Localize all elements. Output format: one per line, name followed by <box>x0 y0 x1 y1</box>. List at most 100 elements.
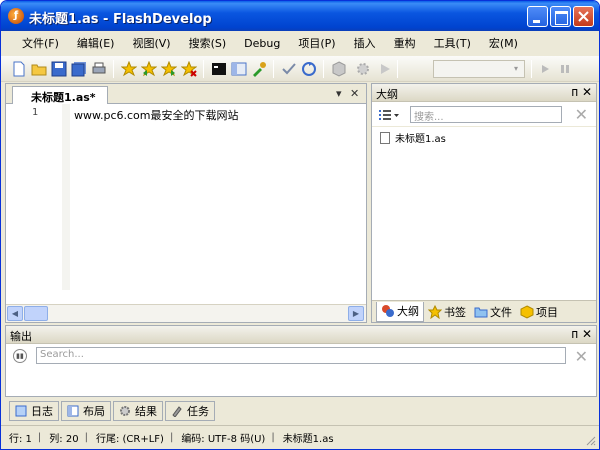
output-search-input[interactable]: Search... <box>36 347 566 364</box>
tab-layout[interactable]: 布局 <box>61 401 111 421</box>
menu-view[interactable]: 视图(V) <box>123 35 179 51</box>
tools-icon[interactable] <box>251 61 267 77</box>
fold-margin[interactable] <box>62 104 70 290</box>
outline-panel: 大纲 ᴨ ✕ 搜索... ✕ 未标题1.as 大纲 书签 文件 项目 <box>371 83 597 323</box>
bookmark-clear-icon[interactable] <box>181 61 197 77</box>
bookmark-icon <box>428 304 442 319</box>
tab-bookmarks[interactable]: 书签 <box>424 304 470 320</box>
menu-tools[interactable]: 工具(T) <box>425 35 480 51</box>
chevron-down-icon: ▾ <box>513 64 518 73</box>
status-separator: | <box>84 432 88 443</box>
toolbar-separator <box>323 60 324 78</box>
main-toolbar: ▾ <box>1 56 599 82</box>
close-button[interactable] <box>573 6 594 27</box>
toolbar-separator <box>397 60 398 78</box>
app-window: ƒ 未标题1.as - FlashDevelop 文件(F) 编辑(E) 视图(… <box>0 0 600 450</box>
scroll-thumb[interactable] <box>24 306 48 321</box>
status-bar: 行: 1 | 列: 20 | 行尾: (CR+LF) | 编码: UTF-8 码… <box>1 425 599 449</box>
close-icon <box>578 11 589 22</box>
output-title: 输出 <box>10 330 32 343</box>
save-icon[interactable] <box>51 61 67 77</box>
bookmark-star-icon[interactable] <box>121 61 137 77</box>
run-icon[interactable] <box>377 61 393 77</box>
outline-toolbar: 搜索... ✕ <box>372 103 596 127</box>
tab-close-icon[interactable]: ✕ <box>350 87 359 100</box>
output-toolbar: ▮▮ Search... ✕ <box>6 345 596 367</box>
resize-grip-icon[interactable] <box>586 436 596 446</box>
line-number-gutter: 1 <box>6 104 64 288</box>
menu-edit[interactable]: 编辑(E) <box>68 35 124 51</box>
toolbar-separator <box>113 60 114 78</box>
side-panel-tabs: 大纲 书签 文件 项目 <box>372 300 596 322</box>
new-file-icon[interactable] <box>11 61 27 77</box>
clear-search-icon[interactable]: ✕ <box>575 347 588 366</box>
refresh-icon[interactable] <box>301 61 317 77</box>
menu-debug[interactable]: Debug <box>235 37 289 50</box>
scroll-left-icon[interactable]: ◀ <box>7 306 23 321</box>
scroll-right-icon[interactable]: ▶ <box>348 306 364 321</box>
output-panel: 输出 ᴨ ✕ ▮▮ Search... ✕ <box>5 325 597 397</box>
toolbar-separator <box>531 60 532 78</box>
bookmark-next-icon[interactable] <box>161 61 177 77</box>
tab-outline[interactable]: 大纲 <box>376 301 424 322</box>
pause-icon[interactable] <box>557 61 573 77</box>
toolbar-separator <box>203 60 204 78</box>
status-encoding: 编码: UTF-8 码(U) <box>181 434 266 445</box>
toolbar-separator <box>273 60 274 78</box>
code-line[interactable]: www.pc6.com最安全的下载网站 <box>74 107 239 123</box>
sort-menu-icon[interactable] <box>378 108 400 122</box>
pin-icon[interactable]: ᴨ <box>571 327 578 341</box>
tab-files[interactable]: 文件 <box>470 304 516 320</box>
tab-tasks[interactable]: 任务 <box>165 401 215 421</box>
build-icon[interactable] <box>331 61 347 77</box>
tab-list-chevron-icon[interactable]: ▾ <box>336 87 342 100</box>
pin-icon[interactable]: ᴨ <box>571 85 578 99</box>
title-bar[interactable]: ƒ 未标题1.as - FlashDevelop <box>1 1 599 31</box>
output-header: 输出 ᴨ ✕ <box>6 326 596 344</box>
bookmark-prev-icon[interactable] <box>141 61 157 77</box>
configuration-combo[interactable]: ▾ <box>433 60 525 78</box>
outline-search-input[interactable]: 搜索... <box>410 106 562 123</box>
horizontal-scrollbar[interactable]: ◀ ▶ <box>6 304 366 322</box>
menu-file[interactable]: 文件(F) <box>13 35 68 51</box>
line-number: 1 <box>32 107 39 118</box>
menu-search[interactable]: 搜索(S) <box>180 35 236 51</box>
status-separator: | <box>169 432 174 443</box>
outline-title: 大纲 <box>376 88 398 101</box>
minimize-button[interactable] <box>527 6 548 27</box>
play-icon[interactable] <box>537 61 553 77</box>
flashdevelop-logo-icon: ƒ <box>8 8 24 24</box>
menu-insert[interactable]: 插入 <box>345 35 385 51</box>
tab-log[interactable]: 日志 <box>9 401 59 421</box>
close-icon[interactable]: ✕ <box>582 85 592 99</box>
settings-icon[interactable] <box>355 61 371 77</box>
open-icon[interactable] <box>31 61 47 77</box>
menu-refactor[interactable]: 重构 <box>385 35 425 51</box>
check-icon[interactable] <box>281 61 297 77</box>
status-separator: | <box>271 432 275 443</box>
clear-search-icon[interactable]: ✕ <box>575 105 588 124</box>
status-separator: | <box>37 432 42 443</box>
bottom-panel-tabs: 日志 布局 结果 任务 <box>5 399 597 423</box>
menu-macros[interactable]: 宏(M) <box>480 35 527 51</box>
panel-icon[interactable] <box>231 61 247 77</box>
editor-panel: 未标题1.as* ▾ ✕ 1 www.pc6.com最安全的下载网站 ◀ ▶ <box>5 83 367 323</box>
tab-results[interactable]: 结果 <box>113 401 163 421</box>
close-icon[interactable]: ✕ <box>582 327 592 341</box>
layout-icon <box>67 405 79 417</box>
pause-output-icon[interactable]: ▮▮ <box>13 349 27 363</box>
outline-icon <box>382 305 394 317</box>
outline-tree-item[interactable]: 未标题1.as <box>380 130 446 145</box>
tasks-icon <box>172 406 182 417</box>
console-icon[interactable] <box>211 61 227 77</box>
maximize-button[interactable] <box>550 6 571 27</box>
document-tab[interactable]: 未标题1.as* <box>12 86 108 104</box>
results-icon <box>120 406 130 416</box>
menu-project[interactable]: 项目(P) <box>289 35 344 51</box>
tab-project[interactable]: 项目 <box>516 304 562 320</box>
project-icon <box>520 304 534 319</box>
print-icon[interactable] <box>91 61 107 77</box>
save-all-icon[interactable] <box>71 61 87 77</box>
menu-bar: 文件(F) 编辑(E) 视图(V) 搜索(S) Debug 项目(P) 插入 重… <box>1 32 599 54</box>
window-title: 未标题1.as - FlashDevelop <box>29 12 212 27</box>
